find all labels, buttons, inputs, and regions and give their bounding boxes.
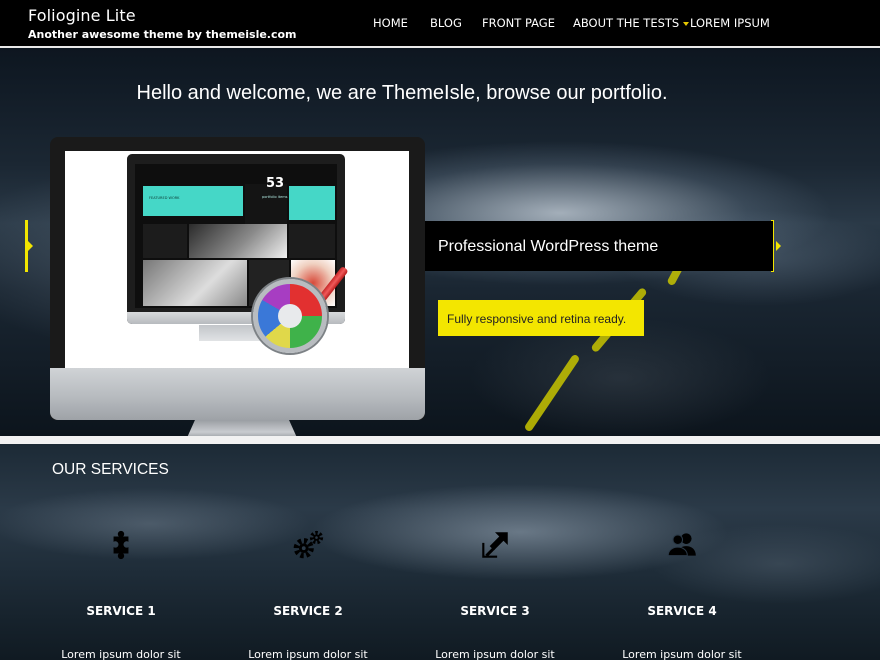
service-item: SERVICE 2 Lorem ipsum dolor sit xyxy=(248,528,368,660)
portrait-tile xyxy=(189,224,287,258)
service-item: SERVICE 4 Lorem ipsum dolor sit xyxy=(622,528,742,660)
slide-cta-button[interactable]: Fully responsive and retina ready. xyxy=(438,300,644,336)
nav-item-label: FRONT PAGE xyxy=(482,16,555,30)
nav-item-label: LOREM IPSUM xyxy=(690,16,770,30)
text-tile xyxy=(143,224,187,258)
monitor-mockup-image: FEATURED WORK 53 portfolio items xyxy=(50,137,425,420)
service-item: SERVICE 1 Lorem ipsum dolor sit xyxy=(61,528,181,660)
service-name[interactable]: SERVICE 2 xyxy=(248,604,368,618)
services-section: OUR SERVICES SERVICE 1 Lorem ipsum dolor… xyxy=(0,444,880,660)
featured-label: FEATURED WORK xyxy=(149,196,180,200)
color-wheel-icon xyxy=(253,279,327,353)
hero-slider: Hello and welcome, we are ThemeIsle, bro… xyxy=(0,48,880,438)
site-title[interactable]: Foliogine Lite xyxy=(28,6,136,25)
nav-item-label: ABOUT THE TESTS xyxy=(573,16,680,30)
slide-title: Professional WordPress theme xyxy=(438,238,659,255)
slider-prev-arrow-icon[interactable] xyxy=(25,220,33,272)
puzzle-icon xyxy=(113,530,129,560)
service-text: Lorem ipsum dolor sit xyxy=(435,648,555,660)
nav-item-front-page[interactable]: FRONT PAGE xyxy=(482,16,555,30)
service-item: SERVICE 3 Lorem ipsum dolor sit xyxy=(435,528,555,660)
service-text: Lorem ipsum dolor sit xyxy=(622,648,742,660)
nav-item-lorem-ipsum[interactable]: LOREM IPSUM xyxy=(690,16,770,30)
service-name[interactable]: SERVICE 4 xyxy=(622,604,742,618)
portfolio-count-label: portfolio items xyxy=(262,195,288,199)
portfolio-count: 53 xyxy=(265,176,285,191)
section-divider xyxy=(0,436,880,444)
gears-icon xyxy=(293,530,324,559)
nav-item-label: HOME xyxy=(373,16,408,30)
service-text: Lorem ipsum dolor sit xyxy=(248,648,368,660)
hero-heading: Hello and welcome, we are ThemeIsle, bro… xyxy=(136,82,668,104)
slide-cta-label: Fully responsive and retina ready. xyxy=(447,312,627,326)
monitor-chin xyxy=(50,368,425,420)
nav-item-about-the-tests[interactable]: ABOUT THE TESTS xyxy=(573,16,690,30)
site-description: Another awesome theme by themeisle.com xyxy=(28,28,297,41)
teal-tile xyxy=(289,186,335,220)
featured-tile: FEATURED WORK xyxy=(143,186,243,216)
monitor-screen: FEATURED WORK 53 portfolio items xyxy=(65,151,409,368)
nav-item-label: BLOG xyxy=(430,16,462,30)
nav-item-home[interactable]: HOME xyxy=(373,16,408,30)
site-header: Foliogine Lite Another awesome theme by … xyxy=(0,0,880,48)
users-icon xyxy=(667,533,696,557)
service-name[interactable]: SERVICE 1 xyxy=(61,604,181,618)
nav-item-blog[interactable]: BLOG xyxy=(430,16,462,30)
landscape-tile xyxy=(143,260,247,306)
expand-arrows-icon xyxy=(482,532,508,558)
service-text: Lorem ipsum dolor sit xyxy=(61,648,181,660)
chevron-down-icon xyxy=(683,21,690,26)
text-tile xyxy=(289,224,335,258)
service-name[interactable]: SERVICE 3 xyxy=(435,604,555,618)
slide-caption: Professional WordPress theme xyxy=(425,221,773,271)
services-title: OUR SERVICES xyxy=(52,461,169,478)
